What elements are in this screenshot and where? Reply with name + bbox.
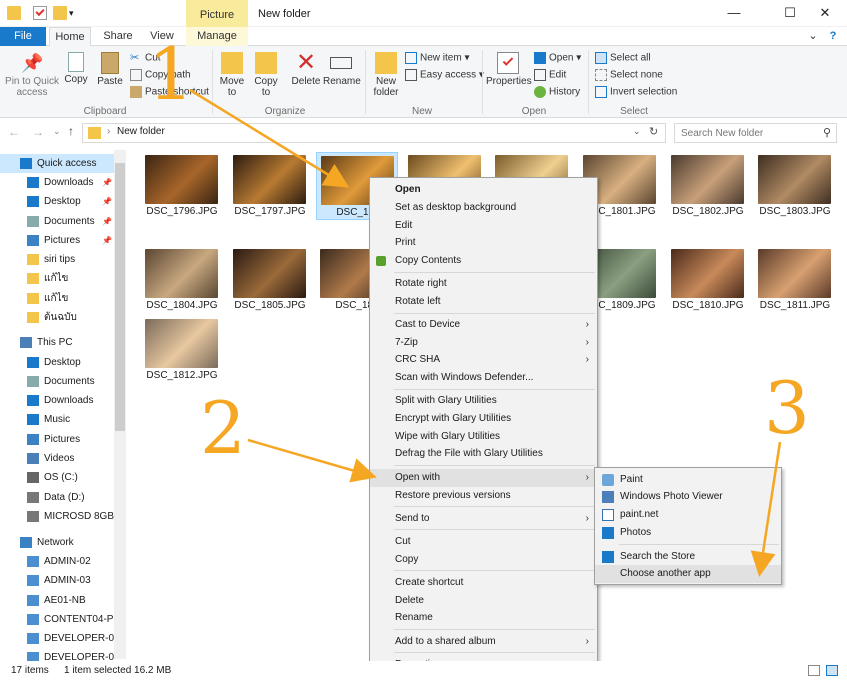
details-view-icon[interactable] [808,665,820,676]
large-icons-view-icon[interactable] [826,665,838,676]
annotation-step-2: 2 [200,386,246,470]
status-selection: 1 item selected 16.2 MB [64,665,172,676]
annotation-arrow-3 [750,441,782,577]
annotation-arrow-2 [247,438,377,483]
status-bar: 17 items 1 item selected 16.2 MB [0,661,847,680]
annotation-arrows [189,88,782,577]
annotation-step-3: 3 [764,366,810,450]
status-item-count: 17 items [11,665,49,676]
annotation-arrow-1 [189,88,350,188]
annotation-step-1: 1 [148,32,194,116]
